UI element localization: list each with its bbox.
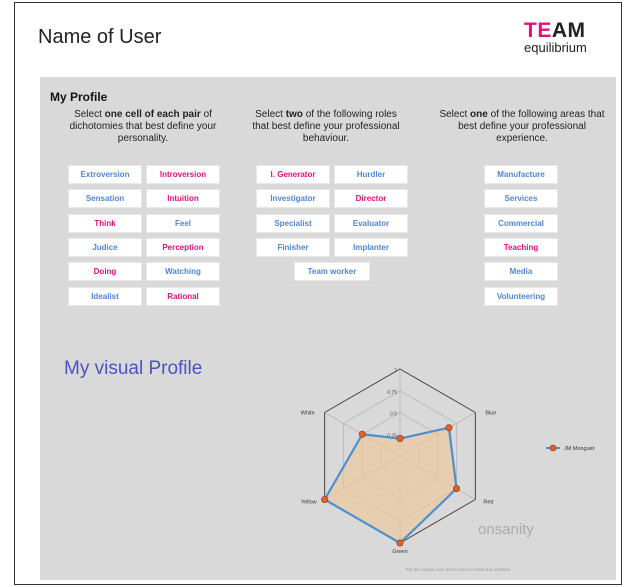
role-hurdler-button[interactable]: Hurdler: [334, 165, 408, 184]
axis-label-red: Red: [483, 500, 493, 506]
data-point-blue: [445, 424, 453, 432]
area-volunteering-button[interactable]: Volunteering: [484, 287, 558, 306]
profile-panel: My Profile Select one cell of each pair …: [40, 77, 616, 580]
axis-label-blue: Blue: [485, 411, 496, 417]
axis-label-yellow: Yellow: [301, 500, 317, 506]
data-point-yellow: [321, 496, 329, 504]
dichotomy-feel-button[interactable]: Feel: [146, 214, 220, 233]
role-specialist-button[interactable]: Specialist: [256, 214, 330, 233]
dichotomies-instruction: Select one cell of each pair of dichotom…: [69, 109, 217, 144]
series-area: [323, 426, 458, 545]
area-teaching-button[interactable]: Teaching: [484, 238, 558, 257]
profile-title: My Profile: [50, 90, 108, 104]
tick-label: 0.5: [390, 412, 397, 418]
dichotomy-doing-button[interactable]: Doing: [68, 262, 142, 281]
dichotomy-idealist-button[interactable]: Idealist: [68, 287, 142, 306]
legend-label: JM Monguet: [564, 446, 595, 452]
dichotomy-perception-button[interactable]: Perception: [146, 238, 220, 257]
visual-profile-title: My visual Profile: [64, 358, 203, 379]
area-services-button[interactable]: Services: [484, 189, 558, 208]
axis-label-white: White: [301, 411, 315, 417]
dichotomy-judice-button[interactable]: Judice: [68, 238, 142, 257]
team-equilibrium-logo: TEAM equilibrium: [524, 19, 587, 55]
role-i-generator-button[interactable]: I. Generator: [256, 165, 330, 184]
role-implanter-button[interactable]: Implanter: [334, 238, 408, 257]
radar-chart: 0.250.50.751BlackBlueRedGreenYellowWhite…: [301, 363, 595, 572]
roles-instruction: Select two of the following roles that b…: [252, 109, 400, 144]
onsanity-watermark: onsanity: [478, 521, 534, 538]
chart-footnote: Put the mouse over bar's name to show th…: [406, 567, 511, 572]
role-finisher-button[interactable]: Finisher: [256, 238, 330, 257]
area-manufacture-button[interactable]: Manufacture: [484, 165, 558, 184]
axis-label-black: Black: [393, 363, 407, 365]
legend-marker: [549, 444, 557, 452]
data-point-green: [396, 539, 404, 547]
role-investigator-button[interactable]: Investigator: [256, 189, 330, 208]
data-point-white: [358, 430, 366, 438]
dichotomy-intuition-button[interactable]: Intuition: [146, 189, 220, 208]
dichotomy-watching-button[interactable]: Watching: [146, 262, 220, 281]
dichotomy-sensation-button[interactable]: Sensation: [68, 189, 142, 208]
data-point-red: [453, 485, 461, 493]
areas-instruction: Select one of the following areas that b…: [439, 109, 605, 144]
dichotomy-think-button[interactable]: Think: [68, 214, 142, 233]
tick-label: 1: [394, 368, 397, 374]
role-team-worker-button[interactable]: Team worker: [294, 262, 370, 281]
role-director-button[interactable]: Director: [334, 189, 408, 208]
axis-label-green: Green: [392, 549, 407, 555]
page-title: Name of User: [38, 26, 162, 48]
data-point-black: [396, 435, 404, 443]
dichotomy-extroversion-button[interactable]: Extroversion: [68, 165, 142, 184]
area-commercial-button[interactable]: Commercial: [484, 214, 558, 233]
area-media-button[interactable]: Media: [484, 262, 558, 281]
tick-label: 0.75: [387, 390, 397, 396]
dichotomy-introversion-button[interactable]: Introversion: [146, 165, 220, 184]
role-evaluator-button[interactable]: Evaluator: [334, 214, 408, 233]
dichotomy-rational-button[interactable]: Rational: [146, 287, 220, 306]
